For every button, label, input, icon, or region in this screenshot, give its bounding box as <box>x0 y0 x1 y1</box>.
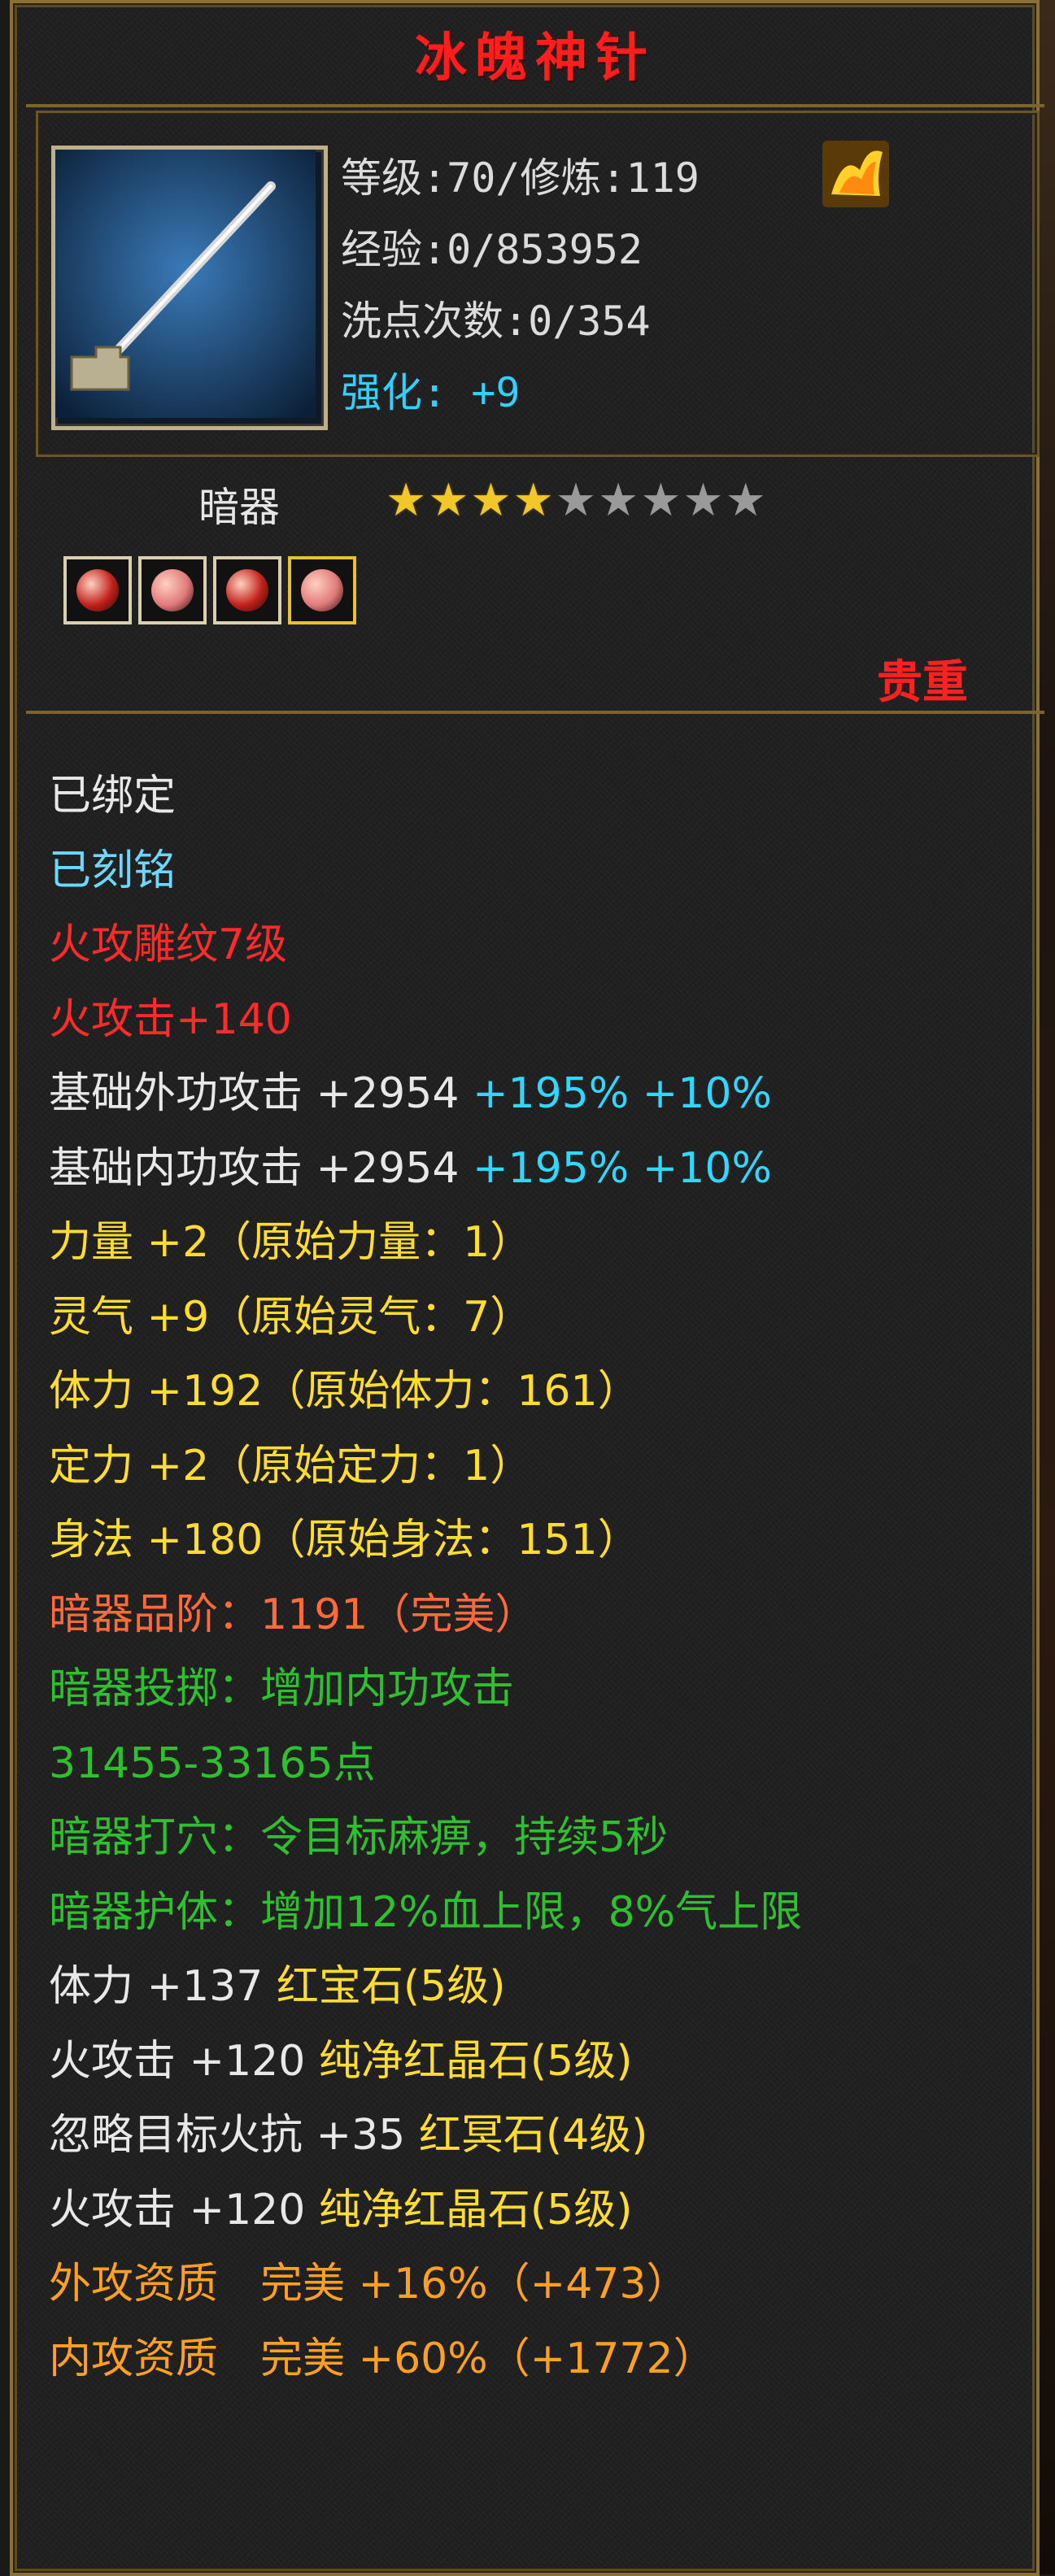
fire-pattern: 火攻雕纹7级 <box>49 920 288 969</box>
gem-core <box>76 569 119 611</box>
item-type: 暗器 <box>198 484 280 531</box>
internal-attack: 基础内功攻击 +2954 +195% +10% <box>49 1132 1025 1207</box>
gem-stat-4: 火攻击 +120 纯净红晶石(5级) <box>49 2174 1025 2248</box>
reset-count-text: 洗点次数:0/354 <box>341 298 651 345</box>
star-empty-icon: ★ <box>640 474 682 527</box>
level-text: 等级:70/修炼:119 <box>341 154 700 202</box>
agility-stat: 身法 +180（原始身法：151） <box>49 1516 640 1564</box>
enhance-label: 强化: <box>341 369 447 416</box>
gem-stat-2-name: 纯净红晶石(5级) <box>318 2036 633 2086</box>
item-stats: 等级:70/修炼:119 经验:0/853952 洗点次数:0/354 强化: +9 <box>341 142 700 429</box>
gem-core <box>301 569 343 611</box>
gem-core <box>151 569 194 611</box>
gem-slots <box>63 556 356 624</box>
gem-stat-4-value: 火攻击 +120 <box>49 2185 306 2234</box>
internal-quality: 内攻资质 完美 +60%（+1772） <box>49 2334 716 2383</box>
item-title: 冰魄神针 <box>415 28 656 89</box>
throw-skill: 暗器投掷：增加内功攻击 <box>49 1664 515 1713</box>
title-bar: 冰魄神针 <box>26 7 1044 107</box>
enhance-value: +9 <box>471 369 521 416</box>
star-rating: ★ ★ ★ ★ ★ ★ ★ ★ ★ <box>386 478 766 524</box>
needle-icon <box>55 150 316 418</box>
item-tooltip: 冰魄神针 等级:70/修炼:119 经验:0/853952 洗点次数:0/354 强化… <box>10 0 1044 2576</box>
fire-badge-icon[interactable] <box>819 137 892 211</box>
guard-skill: 暗器护体：增加12%血上限，8%气上限 <box>49 1887 803 1937</box>
divider <box>26 711 1044 714</box>
gem-stat-1-value: 体力 +137 <box>49 1962 264 2011</box>
gem-core <box>226 569 268 611</box>
external-attack-pct2: +10% <box>642 1069 772 1118</box>
rarity-label: 贵重 <box>877 656 968 709</box>
item-icon[interactable] <box>51 146 328 430</box>
item-header: 等级:70/修炼:119 经验:0/853952 洗点次数:0/354 强化: +9 <box>36 111 1040 457</box>
external-attack-label: 基础外功攻击 +2954 <box>49 1069 460 1118</box>
gem-stat-3: 忽略目标火抗 +35 红冥石(4级) <box>49 2099 1025 2174</box>
gem-stat-3-value: 忽略目标火抗 +35 <box>49 2111 406 2160</box>
external-attack: 基础外功攻击 +2954 +195% +10% <box>49 1057 1025 1132</box>
background-strip <box>1038 0 1055 2574</box>
red-gem-icon[interactable] <box>213 556 281 624</box>
focus-stat: 定力 +2（原始定力：1） <box>49 1441 533 1490</box>
bound-status: 已绑定 <box>49 772 177 820</box>
gem-stat-1-name: 红宝石(5级) <box>276 1962 506 2011</box>
star-empty-icon: ★ <box>555 474 597 527</box>
acupoint-skill: 暗器打穴：令目标麻痹，持续5秒 <box>49 1813 669 1862</box>
internal-attack-label: 基础内功攻击 +2954 <box>49 1143 460 1193</box>
weapon-grade: 暗器品阶：1191（完美） <box>49 1590 538 1639</box>
internal-attack-pct1: +195% <box>472 1143 630 1193</box>
star-empty-icon: ★ <box>682 474 724 527</box>
external-attack-pct1: +195% <box>472 1069 630 1118</box>
star-filled-icon: ★ <box>386 474 427 527</box>
star-empty-icon: ★ <box>598 474 639 527</box>
throw-value: 31455-33165点 <box>49 1738 376 1788</box>
pink-gem-icon[interactable] <box>288 556 356 624</box>
engraved-status: 已刻铭 <box>49 846 177 895</box>
star-filled-icon: ★ <box>470 474 512 527</box>
gem-stat-2: 火攻击 +120 纯净红晶石(5级) <box>49 2025 1025 2100</box>
fire-attack: 火攻击+140 <box>49 994 292 1044</box>
vitality-stat: 体力 +192（原始体力：161） <box>49 1367 640 1416</box>
star-filled-icon: ★ <box>512 474 554 527</box>
gem-stat-1: 体力 +137 红宝石(5级) <box>49 1950 1025 2025</box>
gem-stat-2-value: 火攻击 +120 <box>49 2036 306 2086</box>
exp-text: 经验:0/853952 <box>341 226 643 273</box>
enhance-text: 强化: +9 <box>341 357 700 429</box>
internal-attack-pct2: +10% <box>642 1143 772 1193</box>
gem-stat-3-name: 红冥石(4级) <box>418 2111 648 2160</box>
star-empty-icon: ★ <box>725 474 766 527</box>
type-section: 暗器 ★ ★ ★ ★ ★ ★ ★ ★ ★ 贵重 <box>36 459 1035 709</box>
star-filled-icon: ★ <box>428 474 469 527</box>
external-quality: 外攻资质 完美 +16%（+473） <box>49 2260 689 2308</box>
gem-stat-4-name: 纯净红晶石(5级) <box>318 2185 633 2234</box>
pink-gem-icon[interactable] <box>138 556 207 624</box>
red-gem-icon[interactable] <box>63 556 132 624</box>
item-properties: 已绑定 已刻铭 火攻雕纹7级 火攻击+140 基础外功攻击 +2954 +195… <box>49 759 1025 2396</box>
spirit-stat: 灵气 +9（原始灵气：7） <box>49 1292 533 1342</box>
strength-stat: 力量 +2（原始力量：1） <box>49 1218 533 1267</box>
